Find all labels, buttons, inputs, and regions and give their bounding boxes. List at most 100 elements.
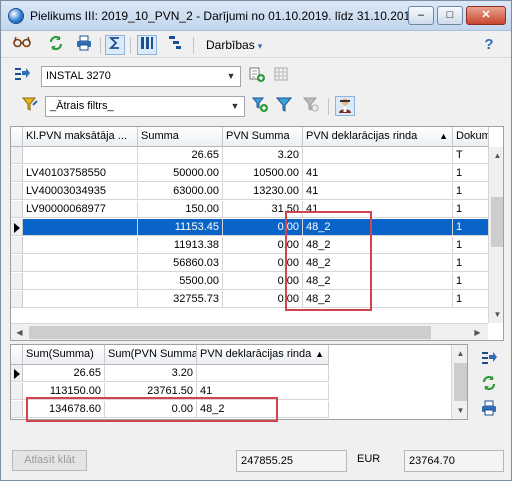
row-indicator[interactable] [11, 365, 23, 382]
agent-icon[interactable] [335, 96, 355, 116]
amount-cell[interactable]: 5500.00 [138, 273, 223, 290]
declaration-row-cell[interactable]: 41 [303, 183, 453, 200]
row-indicator[interactable] [11, 237, 23, 254]
column-header-document[interactable]: Dokument [453, 127, 489, 147]
filter-icon[interactable] [274, 96, 294, 116]
document-cell[interactable]: 1 [453, 291, 489, 308]
help-icon[interactable]: ? [479, 35, 499, 55]
glasses-icon[interactable] [12, 35, 32, 55]
scroll-right-icon[interactable]: ▶ [469, 324, 486, 340]
column-header-declaration-row[interactable]: PVN deklarācijas rinda ▲ [303, 127, 453, 147]
title-bar: Pielikums III: 2019_10_PVN_2 - Darījumi … [1, 1, 511, 31]
vat-amount-cell[interactable]: 3.20 [223, 147, 303, 164]
select-add-button[interactable]: Atlasīt klāt [12, 450, 87, 471]
amount-cell[interactable]: 32755.73 [138, 291, 223, 308]
vat-payer-cell[interactable] [23, 237, 138, 254]
row-indicator[interactable] [11, 165, 23, 182]
scroll-up-icon[interactable]: ▲ [452, 345, 467, 362]
vat-payer-cell[interactable] [23, 255, 138, 272]
amount-cell[interactable]: 63000.00 [138, 183, 223, 200]
company-select[interactable]: INSTAL 3270 ▼ [41, 66, 241, 87]
print-icon[interactable] [74, 35, 94, 55]
refresh-icon[interactable] [46, 35, 66, 55]
scroll-thumb[interactable] [491, 197, 503, 247]
chevron-down-icon: ▼ [230, 101, 240, 111]
refresh-icon[interactable] [479, 375, 499, 395]
horizontal-scrollbar[interactable]: ◀ ▶ [11, 323, 488, 340]
app-logo-icon [8, 8, 24, 24]
amount-cell[interactable]: 26.65 [138, 147, 223, 164]
amount-cell[interactable]: 11913.38 [138, 237, 223, 254]
document-cell[interactable]: 1 [453, 201, 489, 218]
column-header-declaration-row[interactable]: PVN deklarācijas rinda ▲ [197, 345, 329, 365]
declaration-row-cell[interactable] [303, 147, 453, 164]
row-indicator[interactable] [11, 383, 23, 400]
amount-cell[interactable]: 11153.45 [138, 219, 223, 236]
scroll-thumb[interactable] [29, 326, 431, 339]
document-cell[interactable]: T [453, 147, 489, 164]
sum-amount-cell[interactable]: 26.65 [23, 365, 105, 382]
column-header-vat-payer[interactable]: Kl.PVN maksātāja ... [23, 127, 138, 147]
print-icon[interactable] [479, 400, 499, 420]
chevron-down-icon: ▾ [257, 41, 263, 51]
column-view-icon[interactable] [137, 35, 157, 55]
row-indicator[interactable] [11, 291, 23, 308]
scroll-down-icon[interactable]: ▼ [489, 306, 503, 323]
tree-view-icon[interactable] [165, 35, 185, 55]
scroll-up-icon[interactable]: ▲ [489, 147, 503, 164]
sum-vat-cell[interactable]: 3.20 [105, 365, 197, 382]
row-indicator[interactable] [11, 201, 23, 218]
window-title: Pielikums III: 2019_10_PVN_2 - Darījumi … [30, 9, 421, 23]
sum-icon[interactable] [105, 35, 125, 55]
vat-amount-cell[interactable]: 13230.00 [223, 183, 303, 200]
vat-payer-cell[interactable] [23, 291, 138, 308]
vat-payer-cell[interactable]: LV40103758550 [23, 165, 138, 182]
document-cell[interactable]: 1 [453, 219, 489, 236]
declaration-row-cell[interactable]: 41 [303, 165, 453, 182]
minimize-button[interactable]: – [408, 6, 434, 25]
add-filter-icon[interactable] [250, 96, 270, 116]
vat-payer-cell[interactable]: LV90000068977 [23, 201, 138, 218]
vat-payer-cell[interactable] [23, 147, 138, 164]
vertical-scrollbar[interactable]: ▲ ▼ [451, 345, 467, 419]
amount-cell[interactable]: 56860.03 [138, 255, 223, 272]
document-cell[interactable]: 1 [453, 165, 489, 182]
row-indicator[interactable] [11, 147, 23, 164]
document-cell[interactable]: 1 [453, 273, 489, 290]
maximize-button[interactable]: □ [437, 6, 463, 25]
document-cell[interactable]: 1 [453, 183, 489, 200]
document-cell[interactable]: 1 [453, 237, 489, 254]
quick-filter-select[interactable]: _Ātrais filtrs_ ▼ [45, 96, 245, 117]
amount-cell[interactable]: 150.00 [138, 201, 223, 218]
row-indicator[interactable] [11, 273, 23, 290]
scroll-left-icon[interactable]: ◀ [11, 324, 28, 340]
vat-payer-cell[interactable] [23, 273, 138, 290]
column-header-sum-amount[interactable]: Sum(Summa) [23, 345, 105, 365]
add-document-icon[interactable] [247, 66, 267, 86]
close-button[interactable]: ✕ [466, 6, 506, 25]
vertical-scrollbar[interactable]: ▲ ▼ [488, 147, 503, 323]
transfer-icon[interactable] [479, 350, 499, 370]
column-header-amount[interactable]: Summa [138, 127, 223, 147]
row-indicator[interactable] [11, 255, 23, 272]
status-bar: Atlasīt klāt 247855.25 EUR 23764.70 [1, 447, 511, 480]
amount-cell[interactable]: 50000.00 [138, 165, 223, 182]
transfer-icon[interactable] [12, 66, 32, 86]
column-header-declaration-row-label: PVN deklarācijas rinda [200, 348, 312, 360]
vat-payer-cell[interactable] [23, 219, 138, 236]
column-header-sum-vat[interactable]: Sum(PVN Summa) [105, 345, 197, 365]
actions-menu[interactable]: Darbības ▾ [206, 35, 262, 55]
row-indicator[interactable] [11, 183, 23, 200]
filter-edit-icon[interactable] [20, 96, 40, 116]
vat-payer-cell[interactable]: LV40003034935 [23, 183, 138, 200]
scroll-thumb[interactable] [454, 363, 467, 401]
row-indicator[interactable] [11, 219, 23, 236]
column-header-declaration-row-label: PVN deklarācijas rinda [306, 130, 418, 142]
column-header-vat-amount[interactable]: PVN Summa [223, 127, 303, 147]
company-toolbar: INSTAL 3270 ▼ [1, 63, 511, 89]
scroll-down-icon[interactable]: ▼ [452, 402, 467, 419]
document-cell[interactable]: 1 [453, 255, 489, 272]
row-indicator[interactable] [11, 401, 23, 418]
vat-amount-cell[interactable]: 10500.00 [223, 165, 303, 182]
declaration-row-cell[interactable] [197, 365, 329, 382]
